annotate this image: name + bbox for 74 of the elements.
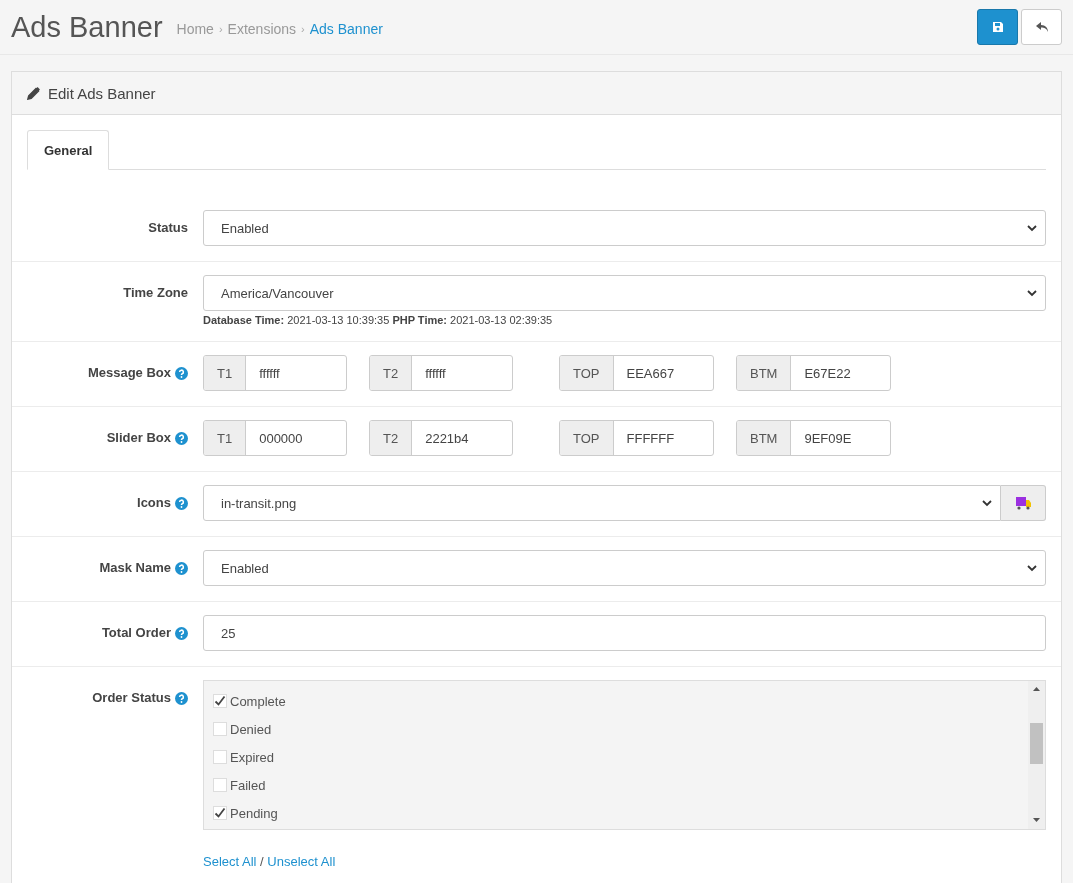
- checkbox-label: Denied: [230, 721, 272, 737]
- back-button[interactable]: [1021, 9, 1062, 45]
- time-note: Database Time: 2021-03-13 10:39:35 PHP Time: 2021-03-13 02:39:35: [203, 314, 554, 326]
- field-label: Message Box: [87, 365, 171, 380]
- chevron-down-icon: [1027, 289, 1037, 297]
- checkbox[interactable]: [213, 694, 227, 708]
- input-addon: BTM: [737, 356, 792, 390]
- color-input-field[interactable]: BTM 9EF09E: [736, 420, 891, 456]
- field-label: Slider Box: [106, 430, 171, 445]
- breadcrumb-separator: ›: [218, 23, 223, 35]
- checkbox-label: Expired: [230, 749, 275, 765]
- color-input-field[interactable]: T1 000000: [203, 420, 347, 456]
- input-addon: BTM: [737, 421, 792, 455]
- checkbox[interactable]: [213, 778, 227, 792]
- icon-preview-button[interactable]: [1001, 485, 1046, 521]
- color-input-field[interactable]: T1 ffffff: [203, 355, 347, 391]
- help-icon: [175, 692, 188, 705]
- help-icon: [175, 627, 188, 640]
- field-label: Time Zone: [123, 285, 188, 300]
- color-input-field[interactable]: TOP FFFFFF: [559, 420, 714, 456]
- tab[interactable]: General: [27, 130, 110, 170]
- chevron-down-icon: [1027, 224, 1037, 232]
- checkbox[interactable]: [213, 806, 227, 820]
- select-field[interactable]: America/Vancouver: [203, 275, 1046, 311]
- select-field[interactable]: Enabled: [203, 550, 1046, 586]
- input-addon: T1: [204, 356, 247, 390]
- color-value: ffffff: [424, 364, 447, 383]
- save-button[interactable]: [977, 9, 1018, 45]
- input-addon: TOP: [560, 421, 614, 455]
- color-input-field[interactable]: BTM E67E22: [736, 355, 891, 391]
- chevron-down-icon: [982, 499, 992, 507]
- save-icon: [991, 21, 1004, 33]
- input-addon: T2: [370, 356, 413, 390]
- color-value: 000000: [258, 429, 304, 448]
- field-label: Order Status: [92, 690, 171, 705]
- color-input-field[interactable]: T2 ffffff: [369, 355, 513, 391]
- truck-icon: [1014, 496, 1032, 510]
- color-value: EEA667: [625, 364, 676, 383]
- checkbox[interactable]: [213, 722, 227, 736]
- checkbox[interactable]: [213, 750, 227, 764]
- color-value: 2221b4: [424, 429, 470, 448]
- field-label: Mask Name: [99, 560, 171, 575]
- link-separator: /: [259, 854, 265, 869]
- page-title: Ads Banner: [11, 10, 163, 44]
- breadcrumb-separator: ›: [301, 23, 305, 35]
- checkbox-label: Complete: [230, 693, 286, 709]
- panel-title: Edit Ads Banner: [48, 84, 156, 102]
- input-addon: TOP: [560, 356, 614, 390]
- field-label: Total Order: [101, 625, 171, 640]
- color-input-field[interactable]: T2 2221b4: [369, 420, 513, 456]
- color-input-field[interactable]: TOP EEA667: [559, 355, 714, 391]
- input-addon: T1: [204, 421, 247, 455]
- chevron-down-icon: [1027, 564, 1037, 572]
- help-icon: [175, 432, 188, 445]
- unselect-all-link[interactable]: Unselect All: [267, 854, 336, 869]
- field-label: Icons: [137, 495, 171, 510]
- color-value: 9EF09E: [803, 429, 853, 448]
- help-icon: [175, 367, 188, 380]
- select-field[interactable]: in-transit.png: [203, 485, 1001, 521]
- select-field[interactable]: Enabled: [203, 210, 1046, 246]
- reply-arrow-icon: [1034, 21, 1049, 33]
- color-value: FFFFFF: [625, 429, 676, 448]
- help-icon: [175, 497, 188, 510]
- pencil-icon: [27, 86, 40, 100]
- field-label: Status: [148, 220, 188, 235]
- color-value: E67E22: [803, 364, 852, 383]
- help-icon: [175, 562, 188, 575]
- checkbox-label: Pending: [230, 805, 278, 821]
- text-field[interactable]: 25: [203, 615, 1046, 651]
- input-addon: T2: [370, 421, 413, 455]
- color-value: ffffff: [258, 364, 281, 383]
- select-all-link[interactable]: Select All: [203, 854, 257, 869]
- checkbox-label: Failed: [230, 777, 266, 793]
- scrollbar[interactable]: [1028, 681, 1045, 829]
